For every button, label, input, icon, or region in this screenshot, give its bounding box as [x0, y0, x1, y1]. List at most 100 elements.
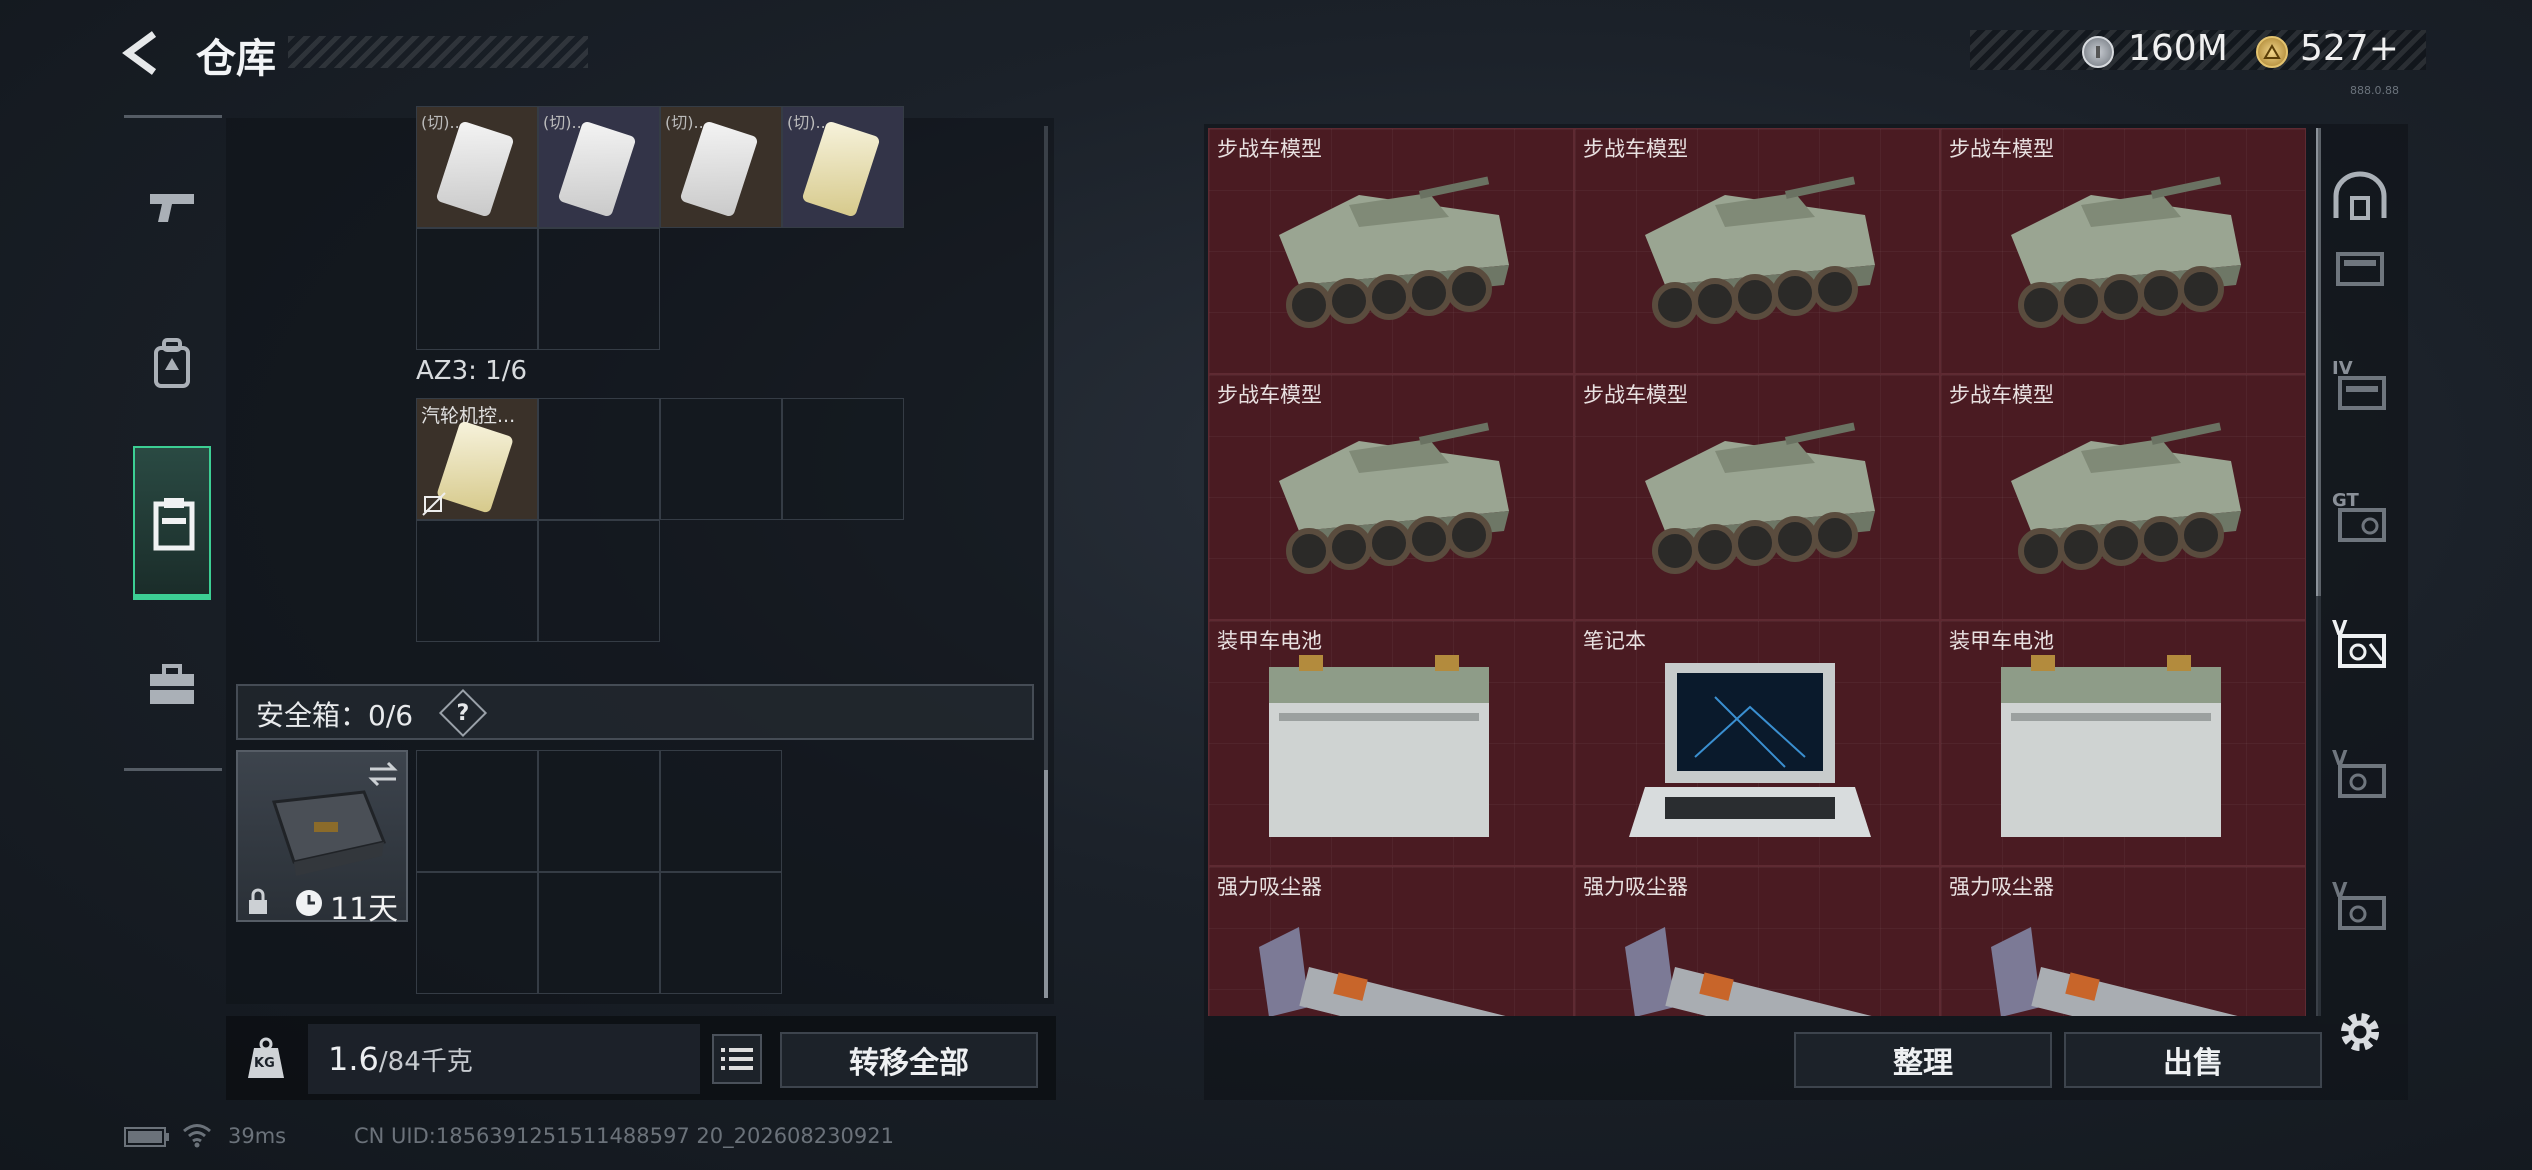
grid-item[interactable]: (切)...	[782, 106, 904, 228]
box-icon	[2336, 252, 2384, 286]
nav-backpack[interactable]	[142, 334, 202, 394]
safebox-item[interactable]: 11天	[236, 750, 408, 927]
no-trade-icon	[422, 492, 446, 516]
storage-item-label: 步战车模型	[1949, 137, 2054, 161]
storage-item-ifv[interactable]: 步战车模型	[1208, 374, 1574, 620]
grid-cell[interactable]	[538, 228, 660, 350]
right-nav-box-v-active[interactable]: V	[2330, 614, 2390, 674]
tier-tag: V	[2332, 878, 2348, 902]
grid-cell[interactable]	[782, 398, 904, 520]
title-decoration	[288, 36, 588, 68]
storage-item-ifv[interactable]: 步战车模型	[1208, 128, 1574, 374]
ifv-image	[1971, 401, 2271, 605]
currency-gold[interactable]: 527+	[2300, 28, 2399, 69]
storage-item-label: 装甲车电池	[1949, 629, 2054, 653]
grid-cell[interactable]	[538, 398, 660, 520]
az3-label: AZ3: 1/6	[416, 356, 528, 386]
grid-cell[interactable]	[416, 520, 538, 642]
storage-item-ifv[interactable]: 步战车模型	[1574, 128, 1940, 374]
grid-item[interactable]: (切)...	[538, 106, 660, 228]
transfer-all-button[interactable]: 转移全部	[780, 1032, 1038, 1088]
weight-max: /84千克	[378, 1047, 473, 1077]
gear-icon	[2341, 1013, 2379, 1051]
grid-cell[interactable]	[660, 872, 782, 994]
laptop-image	[1605, 647, 1885, 861]
list-view-button[interactable]	[712, 1034, 762, 1084]
storage-item-label: 步战车模型	[1217, 137, 1322, 161]
right-nav-box-v-2[interactable]: V	[2330, 744, 2390, 804]
right-nav-box-iv[interactable]: IV	[2330, 356, 2390, 416]
grid-item[interactable]: (切)...	[416, 106, 538, 228]
storage-item-label: 强力吸尘器	[1583, 875, 1688, 899]
sell-button[interactable]: 出售	[2064, 1032, 2322, 1088]
currency-silver: 160M	[2128, 28, 2228, 69]
wifi-icon	[183, 1124, 211, 1148]
right-nav-box-1[interactable]	[2330, 238, 2390, 298]
storage-item-laptop[interactable]: 笔记本	[1574, 620, 1940, 866]
grid-cell[interactable]	[416, 228, 538, 350]
storage-item-ifv[interactable]: 步战车模型	[1940, 128, 2306, 374]
storage-item-battery[interactable]: 装甲车电池	[1208, 620, 1574, 866]
storage-item-label: 强力吸尘器	[1949, 875, 2054, 899]
nav-weapons[interactable]	[142, 178, 202, 238]
vacuum-image	[1605, 907, 1925, 1016]
storage-item-battery[interactable]: 装甲车电池	[1940, 620, 2306, 866]
inventory-scrollbar-thumb[interactable]	[1044, 770, 1048, 998]
vacuum-image	[1971, 907, 2291, 1016]
grid-cell[interactable]	[416, 872, 538, 994]
grid-cell[interactable]	[538, 872, 660, 994]
storage-item-label: 步战车模型	[1583, 383, 1688, 407]
nav-rig-active[interactable]	[133, 446, 211, 600]
battery-image	[1971, 647, 2251, 861]
card-item-image	[436, 420, 514, 514]
right-nav-box-gt[interactable]: GT	[2330, 488, 2390, 548]
ifv-image	[1971, 155, 2271, 359]
tier-tag: IV	[2332, 358, 2353, 379]
grid-cell[interactable]	[538, 520, 660, 642]
toolbox-icon	[150, 664, 194, 704]
gold-coin-icon	[2256, 36, 2288, 68]
nav-toolbox[interactable]	[142, 654, 202, 714]
grid-item[interactable]: 汽轮机控...	[416, 398, 538, 520]
ifv-image	[1239, 155, 1539, 359]
storage-item-ifv[interactable]: 步战车模型	[1574, 374, 1940, 620]
tier-tag: V	[2332, 616, 2348, 640]
storage-item-vacuum[interactable]: 强力吸尘器	[1208, 866, 1574, 1016]
ping-text: 39ms	[228, 1124, 287, 1148]
storage-item-vacuum[interactable]: 强力吸尘器	[1940, 866, 2306, 1016]
weight-icon: KG	[246, 1036, 286, 1080]
grid-cell[interactable]	[660, 398, 782, 520]
battery-image	[1239, 647, 1519, 861]
rig-icon	[153, 498, 195, 551]
storage-item-label: 强力吸尘器	[1217, 875, 1322, 899]
right-nav-arch[interactable]	[2330, 166, 2390, 226]
lock-icon	[249, 888, 267, 914]
settings-button[interactable]	[2334, 1006, 2386, 1058]
left-nav-top-line	[124, 115, 222, 118]
battery-icon	[124, 1127, 169, 1147]
version-tag: 888.0.88	[2350, 84, 2399, 97]
list-icon	[721, 1048, 753, 1070]
sort-button[interactable]: 整理	[1794, 1032, 2052, 1088]
ifv-image	[1605, 401, 1905, 605]
backpack-icon	[154, 338, 190, 388]
right-nav-box-v-3[interactable]: V	[2330, 876, 2390, 936]
weight-current: 1.6	[328, 1040, 379, 1078]
grid-cell[interactable]	[416, 750, 538, 872]
case-icon	[271, 790, 387, 876]
storage-item-label: 装甲车电池	[1217, 629, 1322, 653]
storage-item-vacuum[interactable]: 强力吸尘器	[1574, 866, 1940, 1016]
grid-item[interactable]: (切)...	[660, 106, 782, 228]
storage-item-label: 笔记本	[1583, 629, 1646, 653]
back-button[interactable]	[118, 28, 168, 78]
grid-cell[interactable]	[660, 750, 782, 872]
tier-tag: GT	[2332, 490, 2359, 511]
kg-label: KG	[254, 1056, 275, 1071]
pistol-icon	[150, 194, 194, 222]
swap-icon	[368, 761, 398, 787]
storage-item-ifv[interactable]: 步战车模型	[1940, 374, 2306, 620]
silver-coin-icon	[2082, 36, 2114, 68]
storage-item-label: 步战车模型	[1583, 137, 1688, 161]
grid-cell[interactable]	[538, 750, 660, 872]
safebox-timer: 11天	[330, 892, 399, 927]
